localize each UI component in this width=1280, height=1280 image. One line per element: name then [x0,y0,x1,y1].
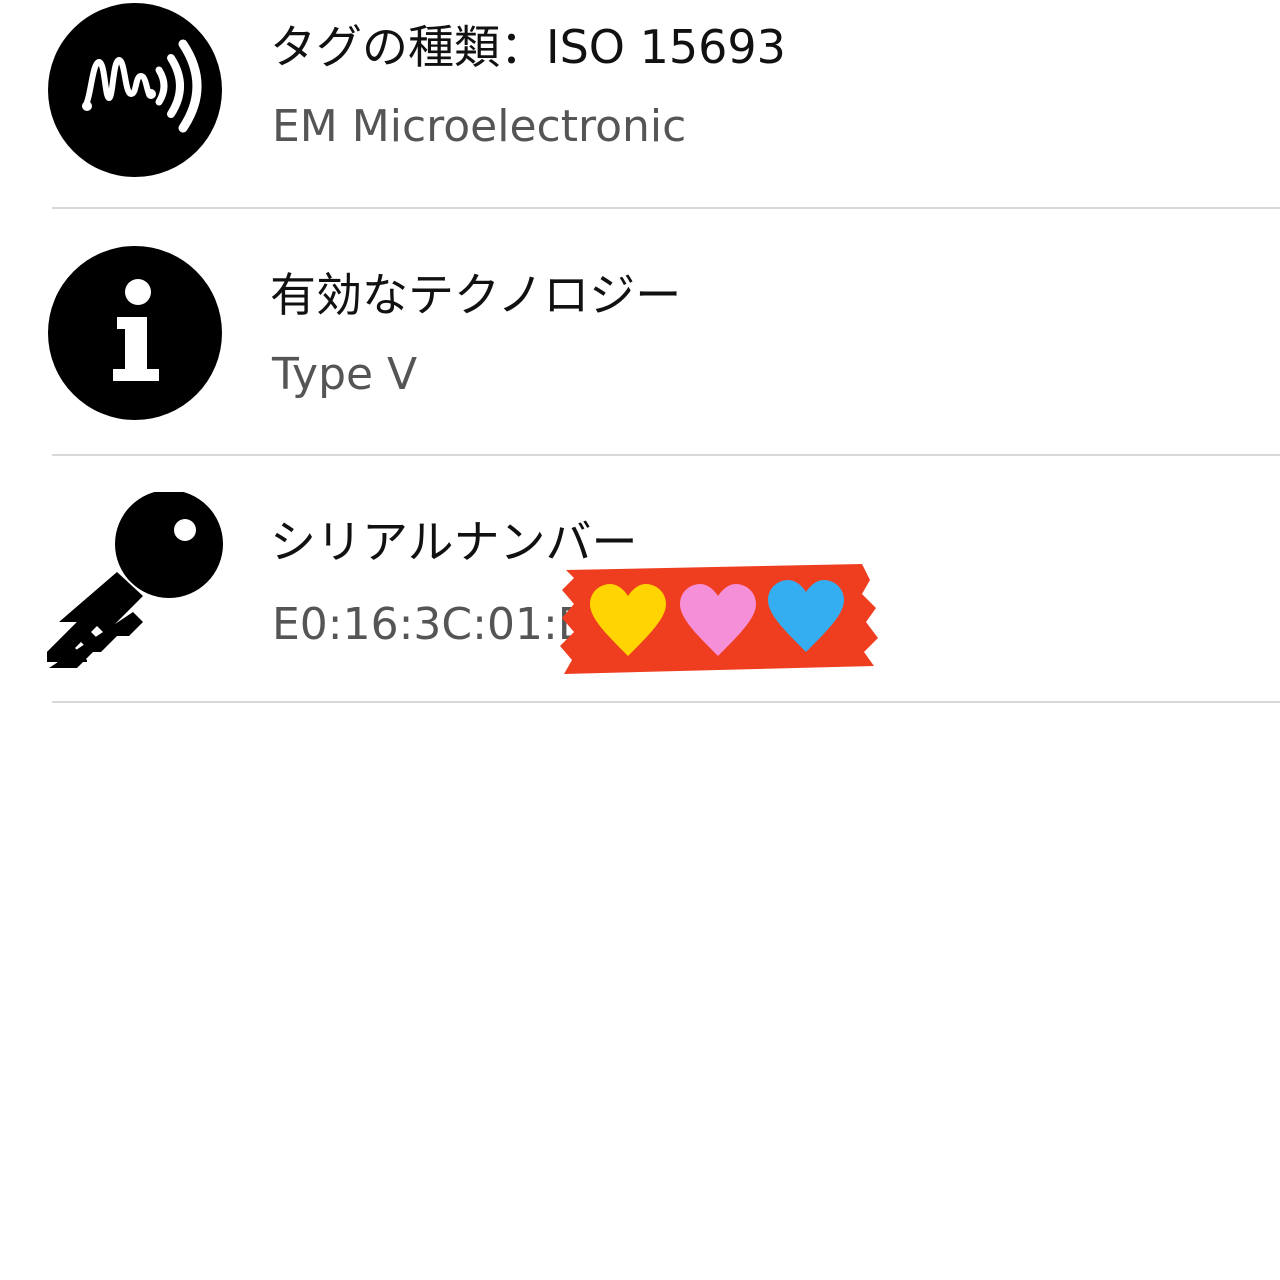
serial-number-title: シリアルナンバー [270,515,638,569]
divider [52,701,1280,703]
tag-type-title: タグの種類：ISO 15693 [270,20,786,74]
info-icon [48,246,222,420]
technology-type-value: Type V [272,349,418,400]
tag-manufacturer-value: EM Microelectronic [272,101,687,152]
nfc-tag-icon [48,3,222,177]
list-item-tag-type[interactable]: タグの種類：ISO 15693 EM Microelectronic [0,0,1280,207]
list-item-technologies[interactable]: 有効なテクノロジー Type V [0,208,1280,455]
serial-number-value: E0:16:3C:01:D [272,599,592,650]
key-icon [47,492,223,668]
technologies-title: 有効なテクノロジー [270,268,682,322]
heart-sticker-redaction [560,564,878,674]
